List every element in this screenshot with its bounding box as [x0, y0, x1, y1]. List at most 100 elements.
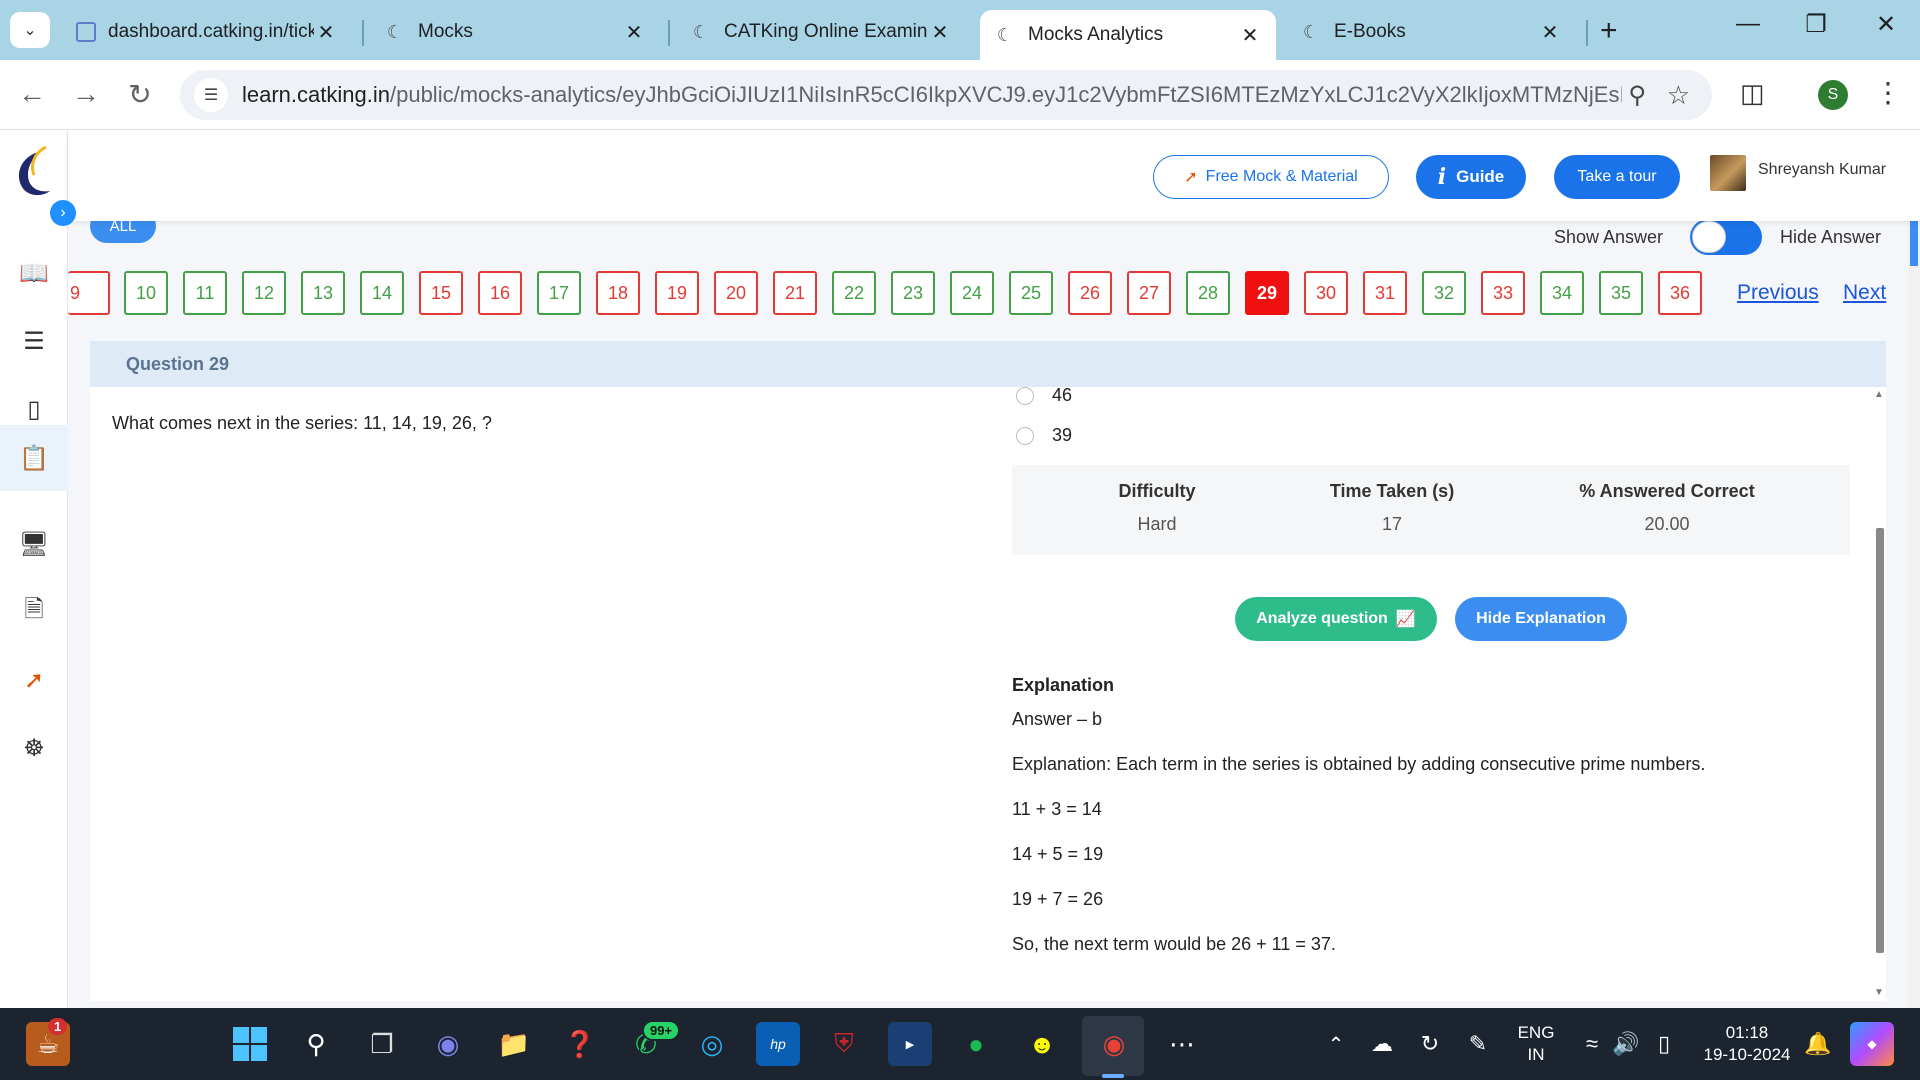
more-apps-icon[interactable]: ⋯ — [1160, 1022, 1204, 1066]
next-link[interactable]: Next — [1843, 281, 1886, 305]
zoom-magnifier-icon[interactable]: ⚲ — [1628, 81, 1646, 110]
close-icon[interactable]: ✕ — [928, 20, 952, 45]
question-box-36[interactable]: 36 — [1658, 271, 1702, 315]
close-icon[interactable]: ✕ — [314, 20, 338, 45]
ebook-icon[interactable]: 🗎 — [14, 592, 54, 632]
question-box-14[interactable]: 14 — [360, 271, 404, 315]
page-scrollbar[interactable] — [1908, 131, 1920, 1008]
question-box-25[interactable]: 25 — [1009, 271, 1053, 315]
question-box-16[interactable]: 16 — [478, 271, 522, 315]
monitor-icon[interactable]: 🖥 — [14, 524, 54, 564]
question-box-20[interactable]: 20 — [714, 271, 758, 315]
forward-arrow-icon[interactable]: → — [68, 78, 104, 110]
scroll-up-arrow-icon[interactable]: ▲ — [1874, 389, 1884, 400]
question-box-12[interactable]: 12 — [242, 271, 286, 315]
tab-search-chevron-icon[interactable]: ⌄ — [10, 12, 50, 48]
question-box-34[interactable]: 34 — [1540, 271, 1584, 315]
mcafee-icon[interactable]: ⛨ — [822, 1022, 866, 1066]
prime-video-icon[interactable]: ▶ — [888, 1022, 932, 1066]
handshake-icon[interactable]: ☸ — [14, 728, 54, 768]
browser-menu-icon[interactable]: ⋮ — [1874, 76, 1902, 109]
list-icon[interactable]: ☰ — [14, 321, 54, 361]
help-icon[interactable]: ❓ — [558, 1022, 602, 1066]
tab-mocks[interactable]: ☾ Mocks ✕ — [370, 10, 660, 54]
task-view-icon[interactable]: ❐ — [360, 1022, 404, 1066]
url-text[interactable]: learn.catking.in/public/mocks-analytics/… — [242, 82, 1622, 108]
user-name[interactable]: Shreyansh Kumar — [1758, 161, 1886, 179]
reload-icon[interactable]: ↻ — [122, 78, 158, 111]
question-box-17[interactable]: 17 — [537, 271, 581, 315]
show-hidden-icons-chevron-icon[interactable]: ⌃ — [1314, 1022, 1358, 1066]
bookmark-star-icon[interactable]: ☆ — [1667, 80, 1690, 111]
question-box-15[interactable]: 15 — [419, 271, 463, 315]
question-box-27[interactable]: 27 — [1127, 271, 1171, 315]
question-box-28[interactable]: 28 — [1186, 271, 1230, 315]
onedrive-cloud-icon[interactable]: ☁ — [1360, 1022, 1404, 1066]
extensions-puzzle-icon[interactable]: ◫ — [1740, 78, 1765, 109]
radio-button[interactable] — [1016, 387, 1034, 405]
search-icon[interactable]: ⚲ — [294, 1022, 338, 1066]
question-box-21[interactable]: 21 — [773, 271, 817, 315]
sidebar-expand-chevron-icon[interactable]: › — [50, 200, 76, 226]
copilot-icon[interactable]: ◆ — [1850, 1022, 1894, 1066]
radio-button[interactable] — [1016, 426, 1034, 445]
chrome-icon[interactable]: ◉ — [1092, 1022, 1136, 1066]
option-item[interactable]: 46 — [1016, 387, 1072, 406]
bow-arrow-icon[interactable]: ➚ — [14, 660, 54, 700]
question-box-30[interactable]: 30 — [1304, 271, 1348, 315]
question-box-31[interactable]: 31 — [1363, 271, 1407, 315]
tab-ebooks[interactable]: ☾ E-Books ✕ — [1286, 10, 1576, 54]
answer-toggle[interactable] — [1690, 219, 1762, 255]
free-mock-button[interactable]: ➚ Free Mock & Material — [1153, 155, 1389, 199]
question-box-24[interactable]: 24 — [950, 271, 994, 315]
mocks-analytics-icon[interactable]: 📋 — [0, 425, 68, 491]
previous-link[interactable]: Previous — [1737, 281, 1819, 305]
take-tour-button[interactable]: Take a tour — [1554, 155, 1680, 199]
back-arrow-icon[interactable]: ← — [14, 78, 50, 110]
myhp-icon[interactable]: hp — [756, 1022, 800, 1066]
question-box-13[interactable]: 13 — [301, 271, 345, 315]
sync-icon[interactable]: ↻ — [1408, 1022, 1452, 1066]
notification-bell-icon[interactable]: 🔔 — [1796, 1022, 1840, 1066]
hide-explanation-button[interactable]: Hide Explanation — [1455, 597, 1627, 641]
user-avatar[interactable] — [1710, 155, 1746, 191]
edge-icon[interactable]: ◎ — [690, 1022, 734, 1066]
question-box-19[interactable]: 19 — [655, 271, 699, 315]
question-box-35[interactable]: 35 — [1599, 271, 1643, 315]
close-icon[interactable]: ✕ — [1538, 20, 1562, 45]
option-item[interactable]: 39 — [1016, 425, 1072, 446]
close-icon[interactable]: ✕ — [622, 20, 646, 45]
windows-start-icon[interactable] — [228, 1022, 272, 1066]
question-box-18[interactable]: 18 — [596, 271, 640, 315]
guide-button[interactable]: i Guide — [1416, 155, 1526, 199]
pen-icon[interactable]: ✎ — [1456, 1022, 1500, 1066]
address-bar[interactable]: ☰ learn.catking.in/public/mocks-analytic… — [180, 70, 1712, 120]
panel-scroll-thumb[interactable] — [1876, 528, 1884, 953]
restore-icon[interactable]: ❐ — [1796, 10, 1836, 39]
scroll-down-arrow-icon[interactable]: ▼ — [1874, 987, 1884, 998]
question-box-23[interactable]: 23 — [891, 271, 935, 315]
close-icon[interactable]: ✕ — [1238, 23, 1262, 48]
site-info-icon[interactable]: ☰ — [194, 78, 228, 112]
snapchat-icon[interactable]: ☻ — [1020, 1022, 1064, 1066]
columns-icon[interactable]: ▯ — [14, 389, 54, 429]
teams-icon[interactable]: ◉ — [426, 1022, 470, 1066]
tab-dashboard[interactable]: dashboard.catking.in/tick ✕ — [62, 10, 352, 54]
question-box-11[interactable]: 11 — [183, 271, 227, 315]
file-explorer-icon[interactable]: 📁 — [492, 1022, 536, 1066]
question-box-22[interactable]: 22 — [832, 271, 876, 315]
profile-avatar[interactable]: S — [1818, 80, 1848, 110]
question-box-10[interactable]: 10 — [124, 271, 168, 315]
analyze-question-button[interactable]: Analyze question 📈 — [1235, 597, 1437, 641]
tab-mocks-analytics[interactable]: ☾ Mocks Analytics ✕ — [980, 10, 1276, 60]
question-box-32[interactable]: 32 — [1422, 271, 1466, 315]
new-tab-plus-icon[interactable]: + — [1600, 14, 1618, 48]
question-box[interactable]: 9 — [68, 271, 110, 315]
language-indicator[interactable]: ENG IN — [1506, 1022, 1566, 1066]
question-box-33[interactable]: 33 — [1481, 271, 1525, 315]
spotify-icon[interactable]: ● — [954, 1022, 998, 1066]
tab-online-exam[interactable]: ☾ CATKing Online Examinat ✕ — [676, 10, 966, 54]
question-box-26[interactable]: 26 — [1068, 271, 1112, 315]
question-box-29[interactable]: 29 — [1245, 271, 1289, 315]
minimize-icon[interactable]: — — [1728, 10, 1768, 38]
